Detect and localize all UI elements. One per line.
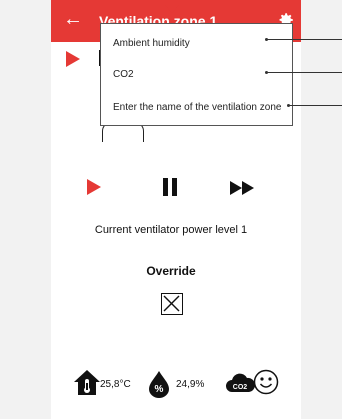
- arrow-down-icon: [165, 0, 179, 13]
- leader-line: [267, 72, 342, 73]
- leader-dot: [287, 104, 290, 107]
- close-icon: [163, 295, 180, 312]
- pause-icon[interactable]: [163, 178, 177, 196]
- override-checkbox[interactable]: [161, 293, 183, 315]
- temperature-value: 25,8°C: [100, 379, 131, 390]
- popup-item-zone-name[interactable]: Enter the name of the ventilation zone: [113, 102, 281, 113]
- override-title: Override: [146, 264, 196, 278]
- arrow-left-icon[interactable]: ←: [63, 8, 83, 30]
- play-icon[interactable]: [87, 179, 101, 195]
- leader-dot: [265, 38, 268, 41]
- humidity-value: 24,9%: [176, 379, 205, 390]
- leader-dot: [265, 71, 268, 74]
- leader-line: [289, 105, 342, 106]
- house-thermometer-icon: [74, 370, 100, 395]
- humidity-badge: %: [155, 384, 164, 395]
- humidity-drop-icon: %: [149, 371, 169, 398]
- co2-cloud-icon: CO2: [226, 373, 255, 392]
- leader-line: [267, 39, 342, 40]
- popup-item-humidity[interactable]: Ambient humidity: [113, 38, 190, 49]
- zone-play-indicator: [66, 51, 80, 67]
- fast-forward-icon[interactable]: [230, 181, 258, 195]
- smiley-icon: [253, 369, 279, 395]
- power-level-text: Current ventilator power level 1: [94, 224, 248, 236]
- co2-badge: CO2: [233, 384, 248, 391]
- popup-item-co2[interactable]: CO2: [113, 69, 134, 80]
